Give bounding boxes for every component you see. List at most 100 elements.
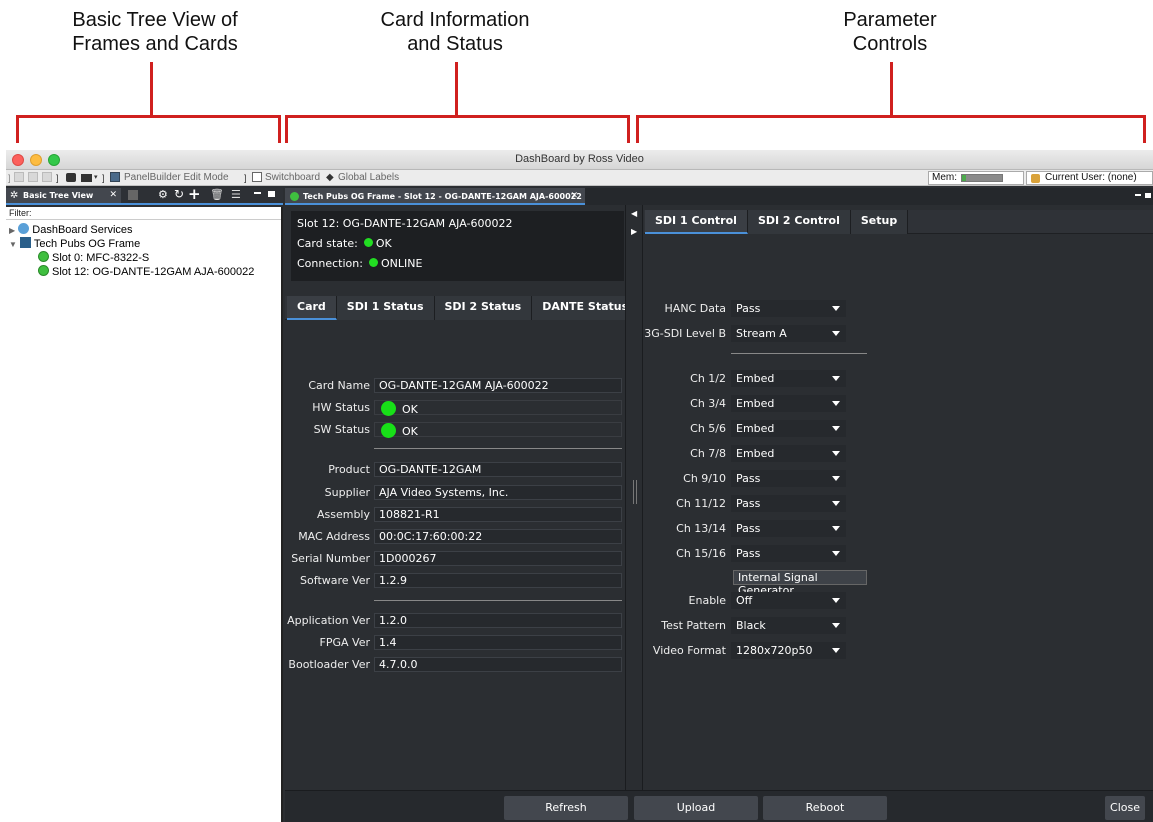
field-label: Card Name	[308, 379, 370, 392]
hanc-data-dropdown[interactable]: Pass	[731, 300, 846, 317]
list-icon[interactable]: ☰	[231, 188, 241, 201]
sw-status-value: OK	[374, 422, 622, 438]
expand-right-icon[interactable]: ▶	[631, 227, 639, 237]
upload-button[interactable]: Upload	[634, 796, 758, 820]
tab-sdi1-status[interactable]: SDI 1 Status	[336, 296, 435, 320]
close-icon[interactable]: ✕	[109, 188, 117, 203]
gear-icon: ✲	[10, 190, 19, 201]
dropdown-value: Embed	[736, 397, 775, 410]
ch78-dropdown[interactable]: Embed	[731, 445, 846, 462]
ch1112-dropdown[interactable]: Pass	[731, 495, 846, 512]
trash-icon[interactable]: 🗑	[210, 188, 224, 201]
maximize-panel-icon[interactable]	[268, 191, 275, 197]
application-version-value: 1.2.0	[374, 613, 622, 628]
refresh-button[interactable]: Refresh	[504, 796, 628, 820]
copy-icon[interactable]	[42, 172, 52, 182]
status-ok-icon	[290, 192, 299, 201]
tab-setup[interactable]: Setup	[850, 210, 909, 234]
status-ok-icon	[38, 265, 49, 276]
field-label: MAC Address	[298, 530, 370, 543]
field-label: SW Status	[313, 423, 370, 436]
connection-label: Connection:	[297, 257, 363, 270]
annotation-bracket	[16, 115, 281, 118]
test-pattern-dropdown[interactable]: Black	[731, 617, 846, 634]
annotation-line: Controls	[852, 33, 928, 55]
field-label: Ch 5/6	[690, 422, 726, 435]
tab-card-document[interactable]: Tech Pubs OG Frame - Slot 12 - OG-DANTE-…	[285, 188, 585, 205]
tab-card[interactable]: Card	[287, 296, 337, 320]
panel-splitter[interactable]: ◀ ▶	[625, 205, 643, 790]
level-b-dropdown[interactable]: Stream A	[731, 325, 846, 342]
reboot-button[interactable]: Reboot	[763, 796, 887, 820]
refresh-icon[interactable]: ↻	[174, 187, 184, 201]
tree-item-label: Slot 0: MFC-8322-S	[52, 252, 150, 264]
dropdown-value: Embed	[736, 372, 775, 385]
ch1516-dropdown[interactable]: Pass	[731, 545, 846, 562]
current-user-indicator: Current User: (none)	[1026, 171, 1153, 185]
global-labels-button[interactable]: Global Labels	[338, 172, 399, 184]
enable-dropdown[interactable]: Off	[731, 592, 846, 609]
panel-icon[interactable]	[128, 190, 138, 200]
title-bar: DashBoard by Ross Video	[6, 150, 1153, 170]
expand-arrow-icon[interactable]: ▶	[9, 226, 15, 235]
panelbuilder-icon[interactable]	[110, 172, 120, 182]
ch12-dropdown[interactable]: Embed	[731, 370, 846, 387]
switchboard-icon[interactable]	[252, 172, 262, 182]
window-title: DashBoard by Ross Video	[515, 153, 644, 165]
filter-field[interactable]: Filter:	[6, 207, 281, 220]
panelbuilder-edit-mode[interactable]: PanelBuilder Edit Mode	[124, 172, 229, 184]
ch1314-dropdown[interactable]: Pass	[731, 520, 846, 537]
tag-icon[interactable]: ◆	[326, 172, 334, 184]
chevron-down-icon	[832, 598, 840, 603]
tab-basic-tree-view[interactable]: ✲ Basic Tree View ✕	[6, 188, 121, 203]
field-label: Supplier	[324, 486, 370, 499]
minimize-panel-icon[interactable]	[254, 192, 261, 194]
chevron-down-icon[interactable]: ▾	[94, 172, 98, 184]
user-icon	[1031, 174, 1040, 183]
save-all-icon[interactable]	[28, 172, 38, 182]
chevron-down-icon	[832, 376, 840, 381]
field-label: Enable	[688, 594, 726, 607]
sw-status-text: OK	[402, 425, 418, 438]
folder-icon[interactable]	[81, 174, 92, 182]
collapse-arrow-icon[interactable]: ▼	[9, 240, 17, 249]
ch34-dropdown[interactable]: Embed	[731, 395, 846, 412]
card-slot-title: Slot 12: OG-DANTE-12GAM AJA-600022	[297, 217, 513, 230]
chevron-down-icon	[832, 648, 840, 653]
chevron-down-icon	[832, 451, 840, 456]
tab-sdi1-control[interactable]: SDI 1 Control	[645, 210, 748, 234]
add-icon[interactable]: +	[188, 185, 201, 203]
save-icon[interactable]	[14, 172, 24, 182]
services-icon	[18, 223, 30, 234]
tab-dante-status[interactable]: DANTE Status	[532, 296, 640, 320]
settings-icon[interactable]: ⚙	[158, 188, 168, 201]
chevron-down-icon	[832, 501, 840, 506]
splitter-grip[interactable]	[633, 480, 634, 504]
collapse-left-icon[interactable]: ◀	[631, 209, 639, 219]
close-icon[interactable]: ✕	[570, 188, 578, 205]
tree-item-frame[interactable]: ▼ Tech Pubs OG Frame	[9, 237, 140, 252]
ch56-dropdown[interactable]: Embed	[731, 420, 846, 437]
annotation-line: Card Information	[380, 9, 530, 31]
splitter-grip[interactable]	[636, 480, 637, 504]
annotation-bracket-end	[636, 115, 639, 143]
tree-item-slot-12[interactable]: Slot 12: OG-DANTE-12GAM AJA-600022	[38, 265, 254, 279]
camera-icon[interactable]	[66, 173, 76, 182]
field-label: Application Ver	[287, 614, 370, 627]
switchboard-button[interactable]: Switchboard	[265, 172, 320, 184]
maximize-panel-icon[interactable]	[1145, 193, 1151, 198]
tab-sdi2-status[interactable]: SDI 2 Status	[434, 296, 533, 320]
ch910-dropdown[interactable]: Pass	[731, 470, 846, 487]
annotation-bracket-stem	[890, 62, 893, 117]
tree-item-slot-0[interactable]: Slot 0: MFC-8322-S	[38, 251, 149, 265]
field-label: Ch 11/12	[676, 497, 726, 510]
tree-item-label: Slot 12: OG-DANTE-12GAM AJA-600022	[52, 266, 255, 278]
video-format-dropdown[interactable]: 1280x720p50	[731, 642, 846, 659]
memory-bar	[961, 174, 1003, 182]
tree-item-dashboard-services[interactable]: ▶ DashBoard Services	[9, 223, 133, 238]
close-button[interactable]: Close	[1105, 796, 1145, 820]
bracket-icon: ]	[102, 173, 105, 183]
tab-sdi2-control[interactable]: SDI 2 Control	[747, 210, 851, 234]
minimize-panel-icon[interactable]	[1135, 194, 1141, 196]
field-label: Ch 9/10	[683, 472, 726, 485]
